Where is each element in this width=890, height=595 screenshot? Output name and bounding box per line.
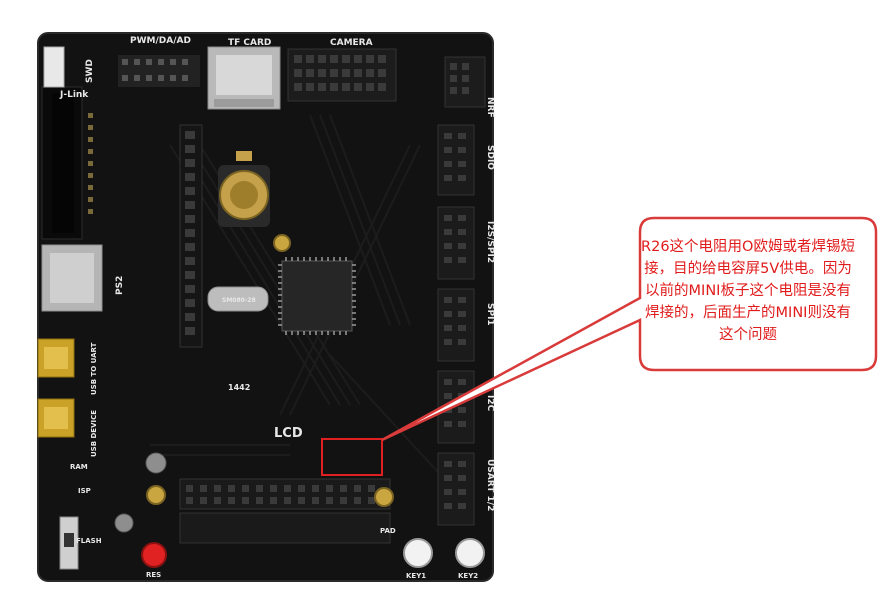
callout-text: R26这个电阻用O欧姆或者焊锡短接，目的给电容屏5V供电。因为以前的MINI板子…	[641, 239, 855, 343]
